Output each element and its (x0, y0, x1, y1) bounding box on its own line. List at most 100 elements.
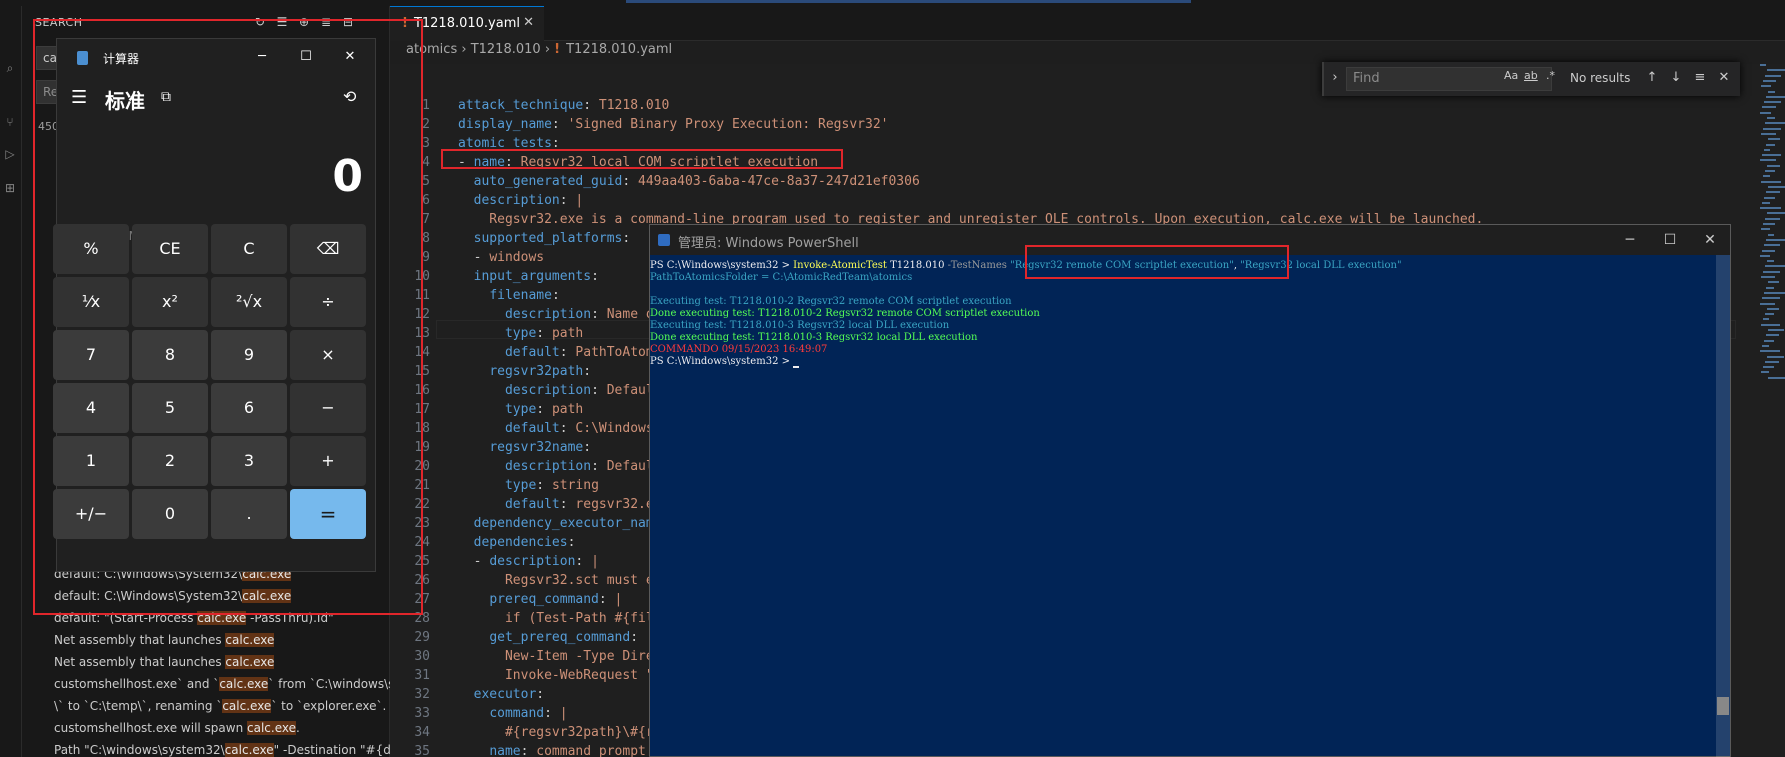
close-icon[interactable]: ✕ (1690, 230, 1730, 250)
search-result-item[interactable]: customshellhost.exe will spawn calc.exe. (54, 719, 394, 737)
code-token: : (536, 402, 552, 417)
code-token: windows (489, 250, 545, 265)
extensions-icon[interactable]: ⊞ (2, 180, 18, 196)
code-token: : (622, 174, 639, 189)
code-line[interactable]: attack_technique: T1218.010 (458, 96, 1758, 115)
code-token: : (551, 288, 560, 303)
code-token: path (551, 402, 584, 417)
code-token: supported_platforms (473, 231, 623, 246)
console-line: PS C:\Windows\system32 > (650, 356, 800, 368)
code-line[interactable]: description: | (458, 191, 1758, 210)
toggle-replace-icon[interactable]: › (1325, 68, 1345, 88)
code-token: T1218.010 (598, 98, 670, 113)
find-input[interactable]: Find (1346, 67, 1552, 91)
code-token: : (583, 364, 592, 379)
find-result-count: No results (1570, 71, 1631, 85)
code-token: if (Test-Path #{fil (458, 611, 654, 626)
code-token: | (575, 193, 584, 208)
code-token: default (504, 497, 560, 512)
minimap-line (1764, 339, 1774, 342)
line-number: 31 (414, 668, 430, 683)
minimap-line (1766, 238, 1785, 241)
code-token: default (504, 345, 560, 360)
match-case-toggle[interactable]: Aa (1504, 69, 1518, 82)
maximize-icon[interactable]: ☐ (1650, 230, 1690, 250)
find-in-selection-icon[interactable]: ≡ (1690, 68, 1710, 88)
search-result-item[interactable]: Path "C:\windows\system32\calc.exe" -Des… (54, 741, 394, 757)
minimap-line (1763, 318, 1769, 321)
scrollbar[interactable] (1716, 255, 1730, 757)
code-token: attack_technique (458, 98, 584, 113)
code-token: get_prereq_command (489, 630, 631, 645)
console-text: T1218.010 (886, 260, 948, 271)
minimap-line (1765, 265, 1785, 268)
minimap-line (1767, 117, 1775, 119)
minimap-line (1763, 366, 1774, 369)
minimap-line (1762, 297, 1780, 300)
code-token: : (536, 687, 545, 702)
minimap-line (1761, 180, 1781, 183)
minimap-line (1767, 307, 1779, 310)
close-icon[interactable]: ✕ (523, 15, 534, 30)
breadcrumb-item[interactable]: T1218.010 (471, 42, 541, 57)
powershell-console[interactable]: PS C:\Windows\system32 > Invoke-AtomicTe… (650, 255, 1730, 757)
chevron-right-icon: › (461, 42, 471, 57)
code-token: input_arguments (473, 269, 592, 284)
close-icon[interactable]: ✕ (1714, 68, 1734, 88)
search-icon[interactable]: ⌕ (2, 60, 18, 76)
minimize-icon[interactable]: ─ (1610, 230, 1650, 250)
search-result-item[interactable]: Net assembly that launches calc.exe (54, 631, 394, 649)
code-token: Defaul (606, 459, 654, 474)
regex-toggle[interactable]: .* (1546, 69, 1555, 82)
minimap-line (1761, 132, 1776, 135)
code-token: command (489, 706, 545, 721)
search-result-item[interactable]: Net assembly that launches calc.exe (54, 653, 394, 671)
code-token: auto_generated_guid (473, 174, 623, 189)
line-number: 30 (414, 649, 430, 664)
match-word-toggle[interactable]: ab (1524, 69, 1538, 82)
code-token: : (591, 383, 607, 398)
breadcrumb-item[interactable]: T1218.010.yaml (566, 42, 672, 57)
minimap-line (1767, 212, 1785, 215)
next-match-icon[interactable]: ↓ (1666, 68, 1686, 88)
match-highlight: calc.exe (225, 655, 275, 669)
search-result-item[interactable]: \` to `C:\temp\`, renaming `calc.exe` to… (54, 697, 394, 715)
find-widget: › Find Aa ab .* No results ↑ ↓ ≡ ✕ (1322, 62, 1740, 96)
search-result-item[interactable]: customshellhost.exe` and `calc.exe` from… (54, 675, 394, 693)
code-line[interactable]: auto_generated_guid: 449aa403-6aba-47ce-… (458, 172, 1758, 191)
code-token: description (473, 193, 560, 208)
minimap-line (1764, 196, 1775, 199)
code-token: : (567, 535, 576, 550)
previous-match-icon[interactable]: ↑ (1642, 68, 1662, 88)
minimap-line (1765, 170, 1775, 172)
console-line: Executing test: T1218.010-2 Regsvr32 rem… (650, 296, 1012, 308)
code-token: : (559, 193, 576, 208)
scrollbar-thumb[interactable] (1717, 697, 1729, 715)
code-line[interactable]: display_name: 'Signed Binary Proxy Execu… (458, 115, 1758, 134)
source-control-icon[interactable]: ⑂ (2, 114, 18, 130)
highlight-box-test-name (441, 149, 843, 169)
result-text: Net assembly that launches calc.exe (54, 655, 275, 669)
minimap[interactable] (1760, 64, 1785, 394)
code-token: : (583, 98, 599, 113)
minimap-line (1763, 270, 1780, 273)
code-token: : (630, 630, 646, 645)
minimap-line (1768, 376, 1785, 379)
code-token: : (591, 307, 607, 322)
code-token: dependencies (473, 535, 568, 550)
code-token: display_name (458, 117, 552, 132)
command-center[interactable] (626, 0, 1191, 3)
run-debug-icon[interactable]: ▷ (2, 146, 18, 162)
text-cursor (793, 366, 800, 368)
